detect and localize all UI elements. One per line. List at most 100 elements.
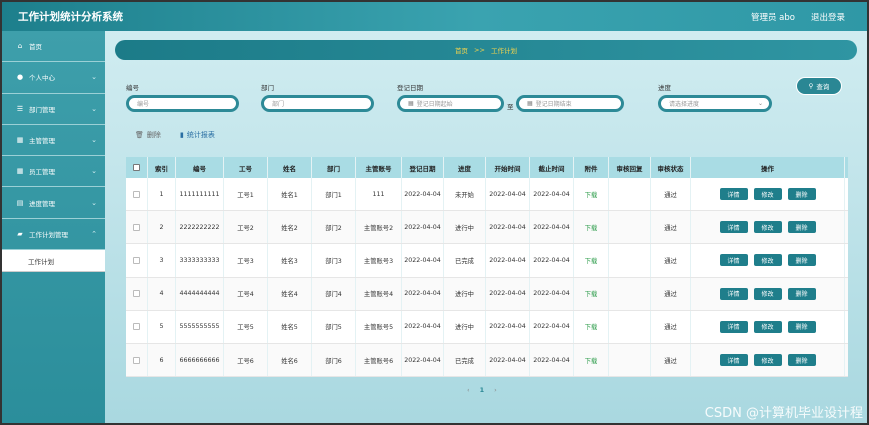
delete-button[interactable]: 删除 (787, 354, 816, 367)
cell-idx: 1 (148, 178, 176, 211)
cell-status: 通过 (651, 178, 691, 211)
row-select-cell (126, 178, 148, 211)
detail-button[interactable]: 详情 (719, 354, 748, 367)
cell-idx: 4 (148, 277, 176, 310)
row-select-cell (126, 211, 148, 244)
sidebar-item-workplan[interactable]: ▰ 工作计划管理 ⌃ (2, 219, 105, 251)
detail-button[interactable]: 详情 (719, 254, 748, 267)
row-checkbox[interactable] (133, 256, 140, 264)
download-link[interactable]: 下载 (574, 343, 609, 377)
edit-button[interactable]: 修改 (753, 287, 782, 300)
cell-start: 2022-04-04 (486, 310, 530, 343)
cell-bianhao: 4444444444 (176, 277, 224, 310)
select-all-checkbox[interactable] (133, 164, 140, 171)
cell-dept: 部门3 (312, 244, 356, 277)
detail-button[interactable]: 详情 (719, 287, 748, 300)
column-header: 登记日期 (402, 157, 444, 178)
cell-gonghao: 工号5 (224, 310, 268, 343)
table-row: 2 2222222222 工号2 姓名2 部门2 主管账号2 2022-04-04 进行中 20… (126, 211, 848, 245)
breadcrumb-home[interactable]: 首页 (455, 45, 468, 55)
download-link[interactable]: 下载 (574, 211, 609, 244)
table-header: 索引 编号 工号 姓名 部门 主管账号 登记日期 进度 开始时间 截止时间 附件 审核回复 审核状态 操作 (126, 157, 848, 178)
jindu-select[interactable]: 请选择进度 ⌄ (658, 95, 772, 112)
cell-mgr: 主管账号4 (356, 277, 402, 310)
column-header: 操作 (691, 157, 845, 178)
date-end-input[interactable]: ▦ 登记日期结束 (516, 95, 624, 112)
chevron-down-icon: ⌄ (757, 100, 763, 107)
row-checkbox[interactable] (133, 356, 140, 364)
query-button[interactable]: ⚲ 查询 (796, 77, 842, 95)
sidebar-item-manager[interactable]: ▦ 主管管理 ⌄ (2, 125, 105, 157)
cell-progress: 未开始 (444, 178, 486, 211)
cell-idx: 2 (148, 211, 176, 244)
download-link[interactable]: 下载 (574, 178, 609, 211)
cell-mgr: 主管账号6 (356, 343, 402, 377)
main-content: 首页 >> 工作计划 编号 编号 部门 部门 登记日期 ▦ 登记日期起始 至 ▦… (105, 31, 867, 423)
delete-button[interactable]: 删除 (787, 320, 816, 333)
cell-progress: 进行中 (444, 211, 486, 244)
download-link[interactable]: 下载 (574, 310, 609, 343)
delete-button[interactable]: 删除 (787, 221, 816, 234)
cell-mgr: 111 (356, 178, 402, 211)
row-checkbox[interactable] (133, 190, 140, 198)
sidebar-item-personal-center[interactable]: ● 个人中心 ⌄ (2, 62, 105, 94)
bumen-input[interactable]: 部门 (261, 95, 374, 112)
delete-button[interactable]: 删除 (787, 254, 816, 267)
row-checkbox[interactable] (133, 323, 140, 331)
delete-button[interactable]: 删除 (787, 188, 816, 201)
edit-button[interactable]: 修改 (753, 354, 782, 367)
column-header: 进度 (444, 157, 486, 178)
download-link[interactable]: 下载 (574, 277, 609, 310)
sidebar-item-employee[interactable]: ▦ 员工管理 ⌄ (2, 156, 105, 188)
sidebar-item-home[interactable]: ⌂ 首页 (2, 31, 105, 63)
column-header: 工号 (224, 157, 268, 178)
logout-link[interactable]: 退出登录 (811, 11, 845, 23)
batch-delete-button[interactable]: 🗑 删除 (135, 130, 161, 140)
detail-button[interactable]: 详情 (719, 221, 748, 234)
cell-gonghao: 工号4 (224, 277, 268, 310)
cell-gonghao: 工号1 (224, 178, 268, 211)
current-page[interactable]: 1 (480, 386, 485, 394)
next-page-button[interactable]: › (494, 386, 497, 394)
row-select-cell (126, 310, 148, 343)
row-checkbox[interactable] (133, 290, 140, 298)
sidebar-subitem-workplan[interactable]: 工作计划 (2, 250, 105, 273)
cell-reply (609, 211, 651, 244)
cell-bianhao: 3333333333 (176, 244, 224, 277)
row-actions: 详情 修改 删除 (691, 211, 845, 244)
prev-page-button[interactable]: ‹ (467, 386, 470, 394)
stats-report-button[interactable]: ▮ 统计报表 (180, 130, 215, 140)
bianhao-input[interactable]: 编号 (126, 95, 239, 112)
edit-button[interactable]: 修改 (753, 254, 782, 267)
detail-button[interactable]: 详情 (719, 188, 748, 201)
sidebar-item-progress[interactable]: ▤ 进度管理 ⌄ (2, 187, 105, 219)
row-checkbox[interactable] (133, 223, 140, 231)
pagination: ‹ 1 › (467, 386, 497, 394)
edit-button[interactable]: 修改 (753, 320, 782, 333)
date-start-input[interactable]: ▦ 登记日期起始 (397, 95, 504, 112)
detail-button[interactable]: 详情 (719, 320, 748, 333)
edit-button[interactable]: 修改 (753, 188, 782, 201)
cell-idx: 5 (148, 310, 176, 343)
table-row: 6 6666666666 工号6 姓名6 部门6 主管账号6 2022-04-04 已完成 20… (126, 343, 848, 378)
breadcrumb-current: 工作计划 (490, 47, 517, 55)
cell-name: 姓名5 (268, 310, 312, 343)
bumen-label: 部门 (261, 84, 274, 92)
cell-date: 2022-04-04 (402, 277, 444, 310)
chevron-down-icon: ⌄ (91, 104, 97, 113)
cell-date: 2022-04-04 (402, 310, 444, 343)
calendar-icon: ▦ (527, 100, 533, 107)
chevron-down-icon: ⌄ (91, 198, 97, 207)
cell-start: 2022-04-04 (486, 211, 530, 244)
delete-button[interactable]: 删除 (787, 287, 816, 300)
edit-button[interactable]: 修改 (753, 221, 782, 234)
sidebar: ⌂ 首页 ● 个人中心 ⌄ ☰ 部门管理 ⌄ ▦ 主管管理 ⌄ ▦ 员工管理 ⌄… (2, 31, 105, 423)
download-link[interactable]: 下载 (574, 244, 609, 277)
sidebar-item-department[interactable]: ☰ 部门管理 ⌄ (2, 94, 105, 125)
cell-name: 姓名4 (268, 277, 312, 310)
column-header: 附件 (574, 157, 609, 178)
cell-date: 2022-04-04 (402, 244, 444, 277)
admin-user-link[interactable]: 管理员 abo (751, 11, 795, 23)
cell-status: 通过 (651, 310, 691, 343)
cell-reply (609, 310, 651, 343)
